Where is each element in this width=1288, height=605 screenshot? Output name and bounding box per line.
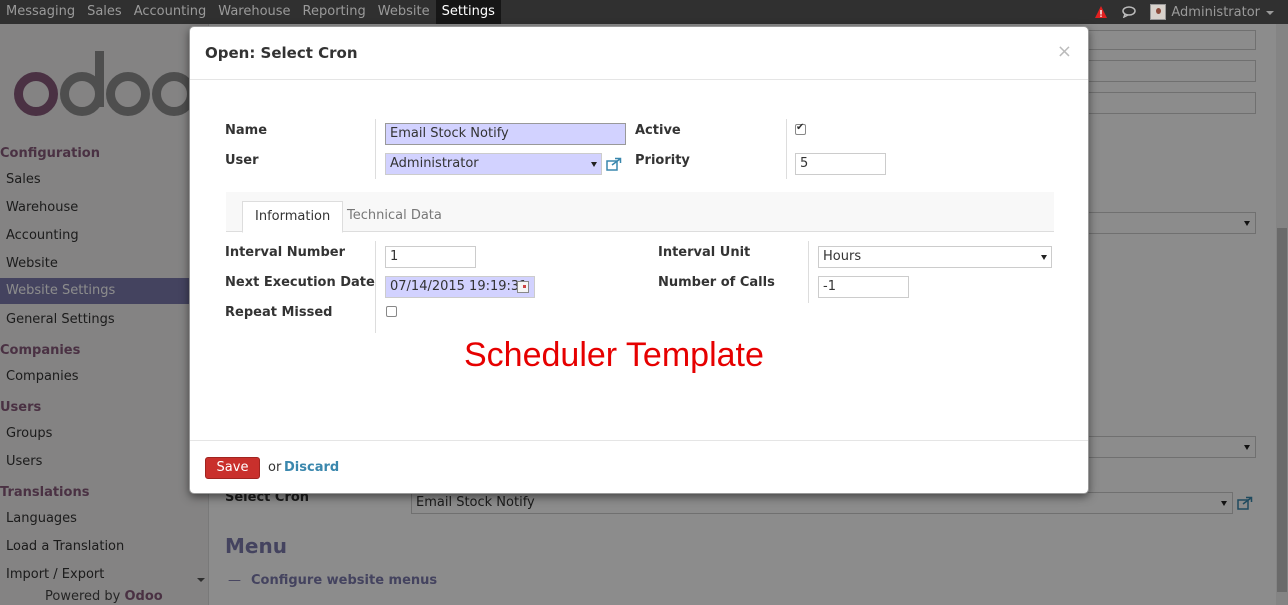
scheduler-template-annotation: Scheduler Template <box>464 336 764 374</box>
or-text: or <box>268 460 282 475</box>
divider <box>375 119 376 179</box>
warning-icon[interactable] <box>1094 5 1108 19</box>
divider <box>808 241 809 303</box>
tab-technical-data[interactable]: Technical Data <box>335 201 454 233</box>
calendar-icon[interactable] <box>517 281 529 293</box>
chevron-down-icon[interactable] <box>1266 11 1274 15</box>
user-select[interactable]: Administrator <box>385 153 602 175</box>
menu-settings[interactable]: Settings <box>435 0 501 24</box>
number-of-calls-label: Number of Calls <box>658 275 775 290</box>
interval-number-input[interactable]: 1 <box>385 246 476 268</box>
interval-unit-label: Interval Unit <box>658 245 751 260</box>
next-execution-label: Next Execution Date <box>225 275 375 290</box>
name-label: Name <box>225 123 268 138</box>
modal-header: Open: Select Cron × <box>190 27 1088 80</box>
number-of-calls-input[interactable]: -1 <box>818 276 909 298</box>
next-execution-value: 07/14/2015 19:19:31 <box>390 279 528 294</box>
menu-warehouse[interactable]: Warehouse <box>212 0 296 24</box>
close-icon[interactable]: × <box>1057 41 1072 62</box>
menu-reporting[interactable]: Reporting <box>297 0 372 24</box>
active-checkbox[interactable] <box>795 122 806 135</box>
menu-messaging[interactable]: Messaging <box>0 0 81 24</box>
external-link-icon[interactable] <box>606 157 622 171</box>
active-label: Active <box>635 123 681 138</box>
repeat-missed-label: Repeat Missed <box>225 305 333 320</box>
divider <box>786 119 787 179</box>
priority-label: Priority <box>635 153 690 168</box>
user-select-value: Administrator <box>390 156 479 171</box>
interval-unit-value: Hours <box>823 249 862 264</box>
priority-input[interactable]: 5 <box>795 153 886 175</box>
menu-sales[interactable]: Sales <box>81 0 128 24</box>
user-label: User <box>225 153 259 168</box>
top-menu: Messaging Sales Accounting Warehouse Rep… <box>0 0 501 24</box>
avatar[interactable] <box>1150 4 1167 20</box>
modal-title: Open: Select Cron <box>205 44 358 62</box>
modal-footer: Save or Discard <box>190 440 1088 494</box>
menu-accounting[interactable]: Accounting <box>128 0 213 24</box>
interval-unit-select[interactable]: Hours <box>818 246 1052 268</box>
top-right-tools: Administrator <box>1094 0 1288 24</box>
discard-button[interactable]: Discard <box>284 460 339 475</box>
top-navbar: Messaging Sales Accounting Warehouse Rep… <box>0 0 1288 24</box>
save-button[interactable]: Save <box>205 457 260 479</box>
repeat-missed-checkbox[interactable] <box>386 306 397 317</box>
name-input[interactable]: Email Stock Notify <box>385 123 626 145</box>
select-cron-dialog: Open: Select Cron × Name User Email Stoc… <box>189 26 1089 494</box>
user-menu-name[interactable]: Administrator <box>1171 5 1260 20</box>
divider <box>375 241 376 333</box>
tab-information[interactable]: Information <box>242 201 344 233</box>
interval-number-label: Interval Number <box>225 245 345 260</box>
menu-website[interactable]: Website <box>372 0 436 24</box>
next-execution-input[interactable]: 07/14/2015 19:19:31 <box>385 276 535 298</box>
chat-icon[interactable] <box>1122 6 1137 18</box>
